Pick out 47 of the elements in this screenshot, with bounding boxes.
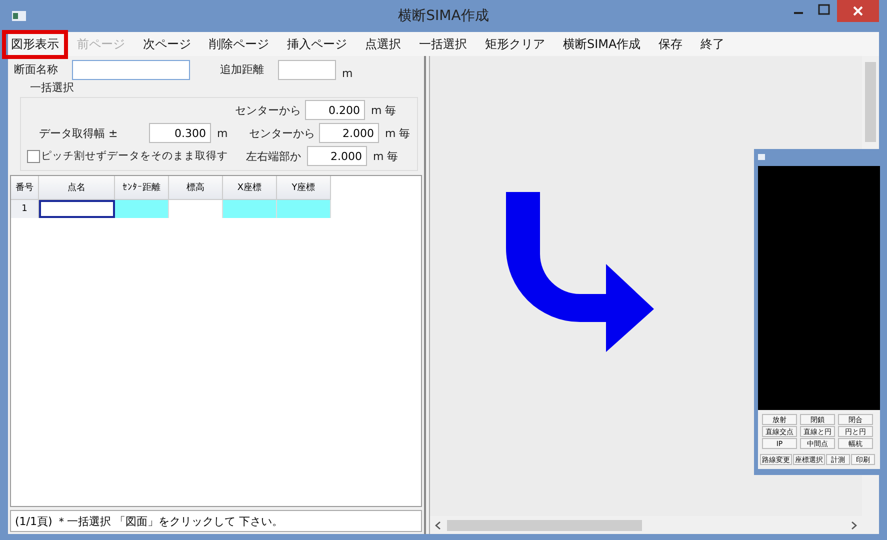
input-field[interactable]: 2.000 <box>319 123 379 143</box>
unit-label: m 毎 <box>371 102 396 118</box>
checkbox-label: ピッチ割せずデータをそのまま取得す <box>41 149 229 163</box>
close-icon[interactable] <box>837 0 879 22</box>
checkbox[interactable] <box>27 150 40 162</box>
group-title: 一括選択 <box>30 80 75 95</box>
field-label: センターから <box>235 102 299 118</box>
menu-item[interactable]: 挿入ページ <box>278 30 356 58</box>
field-label: データ取得幅 ± <box>39 126 119 140</box>
input-field[interactable]: 2.000 <box>307 146 367 166</box>
scroll-right-icon[interactable] <box>851 520 857 530</box>
menu-item[interactable]: 次ページ <box>134 30 200 58</box>
status-text: (1/1頁) ＊一括選択 「図面」をクリックして 下さい。 <box>10 510 422 532</box>
scrollbar-thumb[interactable] <box>865 62 876 142</box>
row-number: 1 <box>11 200 39 218</box>
scroll-left-icon[interactable] <box>435 520 441 530</box>
menu-item[interactable]: 保存 <box>650 30 692 58</box>
column-header[interactable]: 点名 <box>39 176 115 200</box>
menu-item[interactable]: 終了 <box>692 30 734 58</box>
column-header[interactable]: 番号 <box>11 176 39 200</box>
input-field[interactable]: 0.200 <box>305 100 365 120</box>
app-icon <box>12 11 26 21</box>
app-icon <box>758 154 765 160</box>
menu-item[interactable]: 削除ページ <box>200 30 278 58</box>
input-field[interactable]: 0.300 <box>149 123 211 143</box>
input-field[interactable] <box>278 60 336 80</box>
menu-item[interactable]: 一括選択 <box>410 30 476 58</box>
menu-item[interactable]: 点選択 <box>356 30 410 58</box>
unit-label: m 毎 <box>385 126 410 140</box>
field-label: 断面名称 <box>14 62 59 77</box>
column-header[interactable]: 標高 <box>169 176 223 200</box>
column-header[interactable]: Y座標 <box>277 176 331 200</box>
unit-label: m 毎 <box>373 148 398 164</box>
window-title: 横断SIMA作成 <box>397 7 490 25</box>
field-label: 追加距離 <box>220 62 264 77</box>
scrollbar-thumb[interactable] <box>447 520 642 530</box>
menu-item[interactable]: 矩形クリア <box>476 30 554 58</box>
menu-item[interactable]: 横断SIMA作成 <box>554 30 650 58</box>
input-field[interactable] <box>72 60 190 80</box>
unit-label: m <box>217 126 229 140</box>
table-cell[interactable] <box>39 200 115 218</box>
unit-label: m <box>342 67 353 80</box>
column-header[interactable]: ｾﾝﾀｰ距離 <box>115 176 169 200</box>
field-label: 左右端部か <box>245 148 301 164</box>
menu-item[interactable]: 図形表示 <box>2 30 68 58</box>
column-header[interactable]: X座標 <box>223 176 277 200</box>
field-label: センターから <box>249 126 313 140</box>
